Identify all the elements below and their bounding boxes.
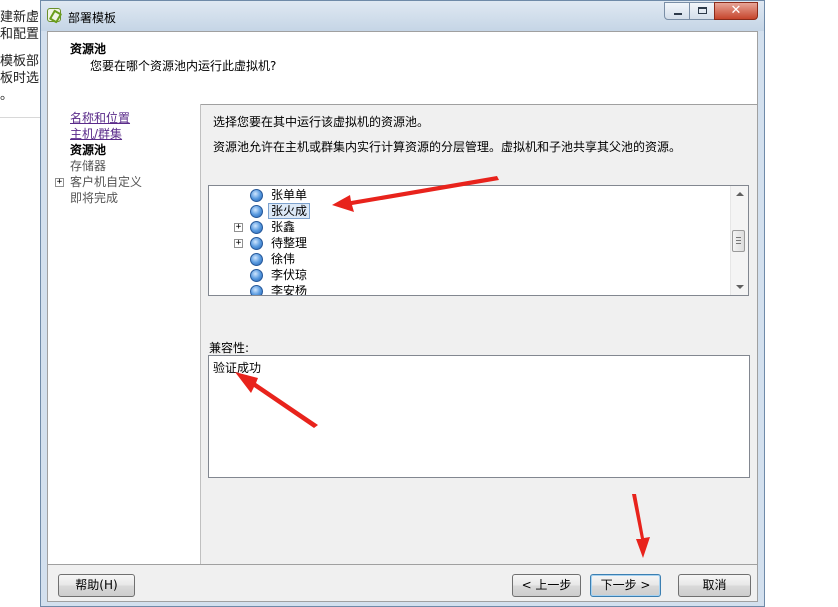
tree-item-label: 张火成 [268, 203, 311, 219]
maximize-icon [698, 7, 707, 14]
back-button[interactable]: < 上一步 [512, 574, 581, 597]
expand-icon[interactable]: + [234, 239, 243, 248]
step-guest-customization: 客户机自定义 [70, 175, 143, 189]
description-text: 资源池允许在主机或群集内实行计算资源的分层管理。虚拟机和子池共享其父池的资源。 [213, 140, 682, 154]
tree-item-label: 待整理 [271, 236, 308, 250]
window-title: 部署模板 [68, 11, 117, 25]
deploy-template-icon [47, 8, 61, 22]
resource-pool-icon [250, 189, 263, 202]
wizard-steps-nav: 名称和位置 主机/群集 资源池 存储器 + 客户机自定义 即将完成 [48, 104, 201, 564]
scroll-up-icon[interactable] [736, 192, 744, 196]
dialog-content: 资源池 您要在哪个资源池内运行此虚拟机? 名称和位置 主机/群集 资源池 存储器… [47, 31, 758, 602]
tree-item-label: 张单单 [271, 188, 308, 202]
scroll-down-icon[interactable] [736, 285, 744, 289]
tree-item-label: 李安杨 [271, 284, 308, 296]
step-ready-to-complete: 即将完成 [70, 191, 119, 205]
resource-pool-icon [250, 285, 263, 295]
resource-pool-tree[interactable]: 张单单 张火成 + 张鑫 + 待整理 徐伟 李伏琼 李安杨 [208, 185, 749, 296]
compatibility-box: 验证成功 [208, 355, 750, 478]
close-button[interactable]: ✕ [714, 2, 758, 20]
close-icon: ✕ [730, 3, 742, 18]
footer-divider [48, 564, 757, 565]
tree-scrollbar[interactable] [730, 186, 748, 295]
expand-icon[interactable]: + [234, 223, 243, 232]
wizard-header: 资源池 您要在哪个资源池内运行此虚拟机? [48, 32, 757, 105]
scroll-thumb[interactable] [732, 230, 745, 252]
step-host-cluster[interactable]: 主机/群集 [70, 126, 122, 142]
next-button[interactable]: 下一步 > [590, 574, 661, 597]
deploy-template-dialog: 部署模板 ✕ 资源池 您要在哪个资源池内运行此虚拟机? 名称和位置 主机/群集 … [40, 0, 765, 607]
tree-item-label: 李伏琼 [271, 268, 308, 282]
step-name-location[interactable]: 名称和位置 [70, 110, 130, 126]
title-bar[interactable]: 部署模板 ✕ [41, 1, 764, 31]
resource-pool-icon [250, 269, 263, 282]
cancel-button[interactable]: 取消 [678, 574, 751, 597]
compatibility-label: 兼容性: [209, 341, 250, 355]
compatibility-result: 验证成功 [213, 361, 262, 375]
minimize-button[interactable] [664, 2, 690, 20]
resource-pool-icon [250, 221, 263, 234]
resource-pool-icon [250, 205, 263, 218]
step-resource-pool: 资源池 [70, 143, 107, 157]
window-controls: ✕ [664, 2, 758, 21]
step-storage: 存储器 [70, 159, 107, 173]
minimize-icon [674, 13, 682, 15]
maximize-button[interactable] [689, 2, 715, 20]
background-text-line: 和配置 [0, 27, 40, 42]
help-button[interactable]: 帮助(H) [58, 574, 135, 597]
resource-pool-icon [250, 237, 263, 250]
instruction-text: 选择您要在其中运行该虚拟机的资源池。 [213, 115, 430, 129]
resource-pool-icon [250, 253, 263, 266]
expand-icon[interactable]: + [55, 178, 64, 187]
background-text-line: 。 [0, 88, 14, 103]
tree-item-label: 张鑫 [271, 220, 296, 234]
page-title: 资源池 [70, 42, 107, 56]
tree-item-label: 徐伟 [271, 252, 296, 266]
page-subtitle: 您要在哪个资源池内运行此虚拟机? [90, 59, 277, 73]
